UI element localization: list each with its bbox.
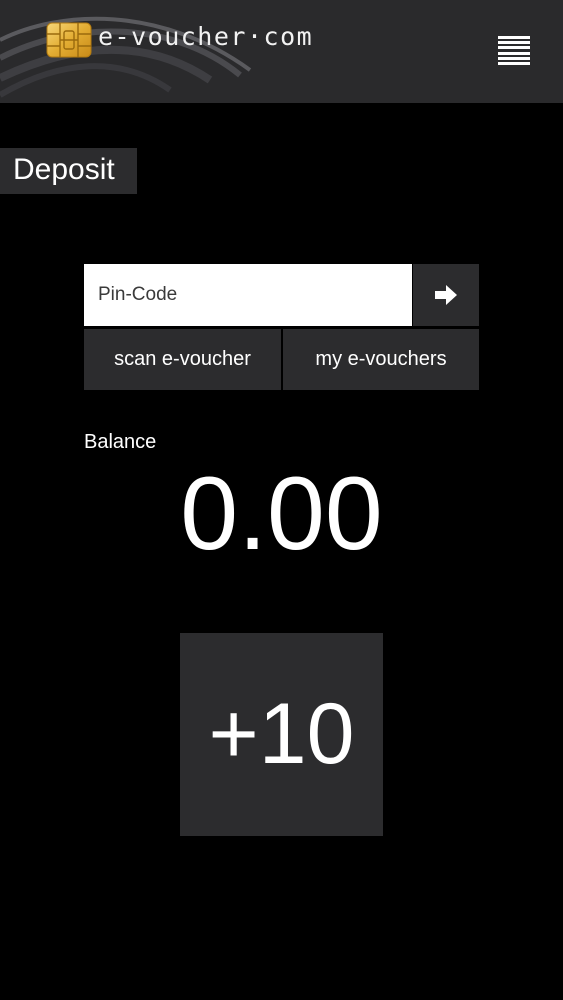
page-title: Deposit xyxy=(0,148,137,194)
my-e-vouchers-button[interactable]: my e-vouchers xyxy=(283,329,479,390)
sim-chip-icon xyxy=(46,22,92,58)
pin-code-input[interactable] xyxy=(84,264,412,326)
brand-name: e-voucher·com xyxy=(98,21,314,51)
hamburger-menu-icon[interactable] xyxy=(498,36,532,68)
app-header: e-voucher·com xyxy=(0,0,563,103)
brand-logo[interactable]: e-voucher·com xyxy=(46,22,313,58)
pin-submit-button[interactable] xyxy=(413,264,479,326)
arrow-right-icon xyxy=(435,285,457,305)
balance-value: 0.00 xyxy=(180,456,383,572)
balance-label: Balance xyxy=(84,431,157,453)
add-amount-button[interactable]: +10 xyxy=(180,633,383,836)
scan-e-voucher-button[interactable]: scan e-voucher xyxy=(84,329,281,390)
